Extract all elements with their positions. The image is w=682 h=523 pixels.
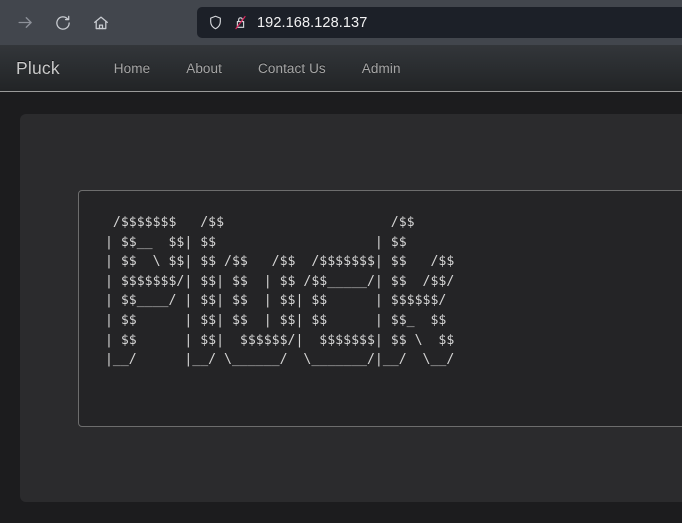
address-bar[interactable]: 192.168.128.137 [197, 7, 682, 38]
shield-icon[interactable] [207, 14, 224, 31]
browser-nav-buttons [8, 6, 118, 40]
reload-button[interactable] [46, 6, 80, 40]
navbar-brand[interactable]: Pluck [16, 58, 74, 79]
site-navbar: Pluck Home About Contact Us Admin [0, 45, 682, 92]
home-button[interactable] [84, 6, 118, 40]
url-text[interactable]: 192.168.128.137 [257, 15, 367, 31]
nav-link-contact-us[interactable]: Contact Us [240, 61, 344, 76]
page-content: /$$$$$$$ /$$ /$$ | $$__ $$| $$ | $$ | $$… [0, 92, 682, 523]
forward-arrow-icon [16, 13, 35, 32]
forward-button[interactable] [8, 6, 42, 40]
insecure-lock-icon[interactable] [232, 14, 249, 31]
nav-link-about[interactable]: About [168, 61, 240, 76]
browser-toolbar: 192.168.128.137 [0, 0, 682, 45]
reload-icon [54, 14, 72, 32]
hero-jumbotron: /$$$$$$$ /$$ /$$ | $$__ $$| $$ | $$ | $$… [20, 114, 682, 502]
nav-link-admin[interactable]: Admin [344, 61, 419, 76]
nav-link-home[interactable]: Home [96, 61, 168, 76]
ascii-art-banner: /$$$$$$$ /$$ /$$ | $$__ $$| $$ | $$ | $$… [104, 215, 455, 368]
home-icon [92, 14, 110, 32]
ascii-art-box: /$$$$$$$ /$$ /$$ | $$__ $$| $$ | $$ | $$… [78, 190, 682, 427]
